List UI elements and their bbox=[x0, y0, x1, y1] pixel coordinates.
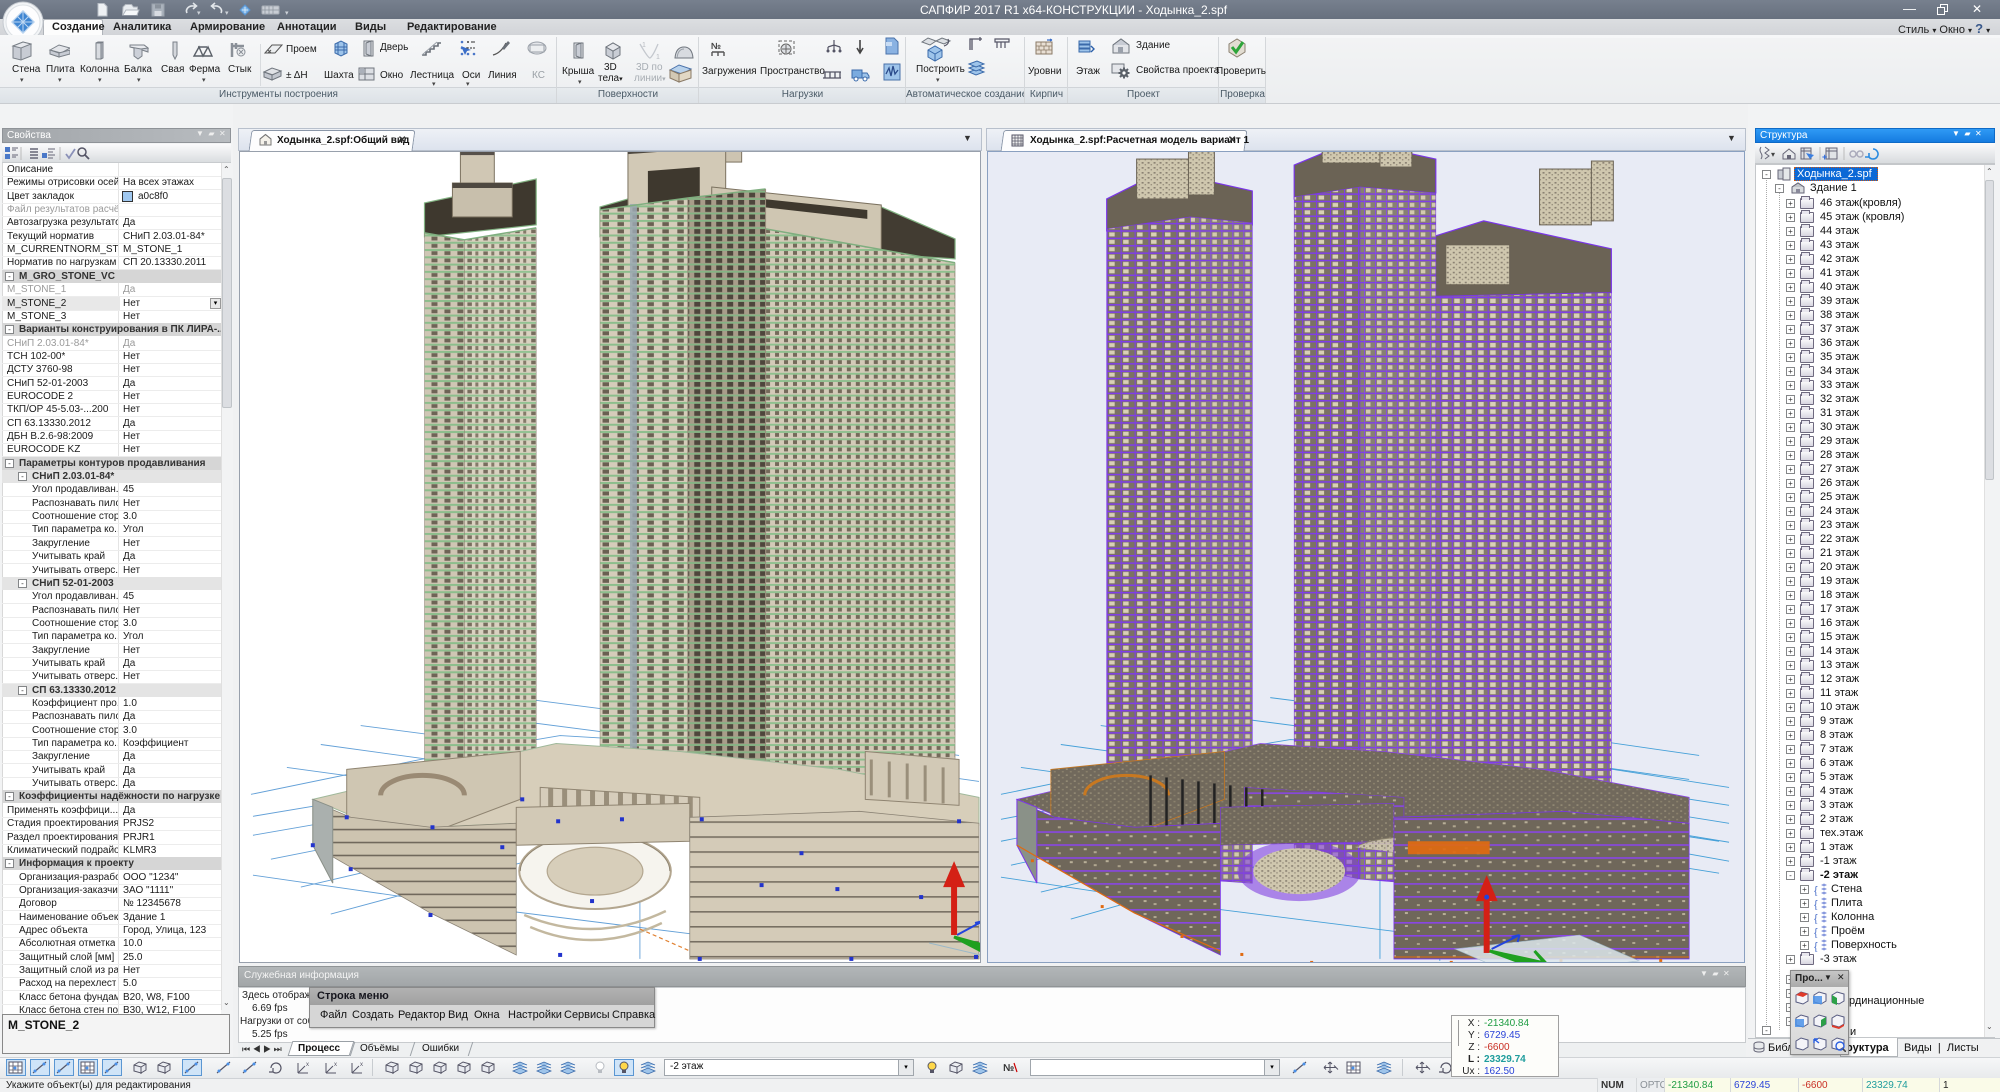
svg-text:▾: ▾ bbox=[197, 10, 201, 17]
svg-text:+: + bbox=[1822, 152, 1827, 162]
svg-text:{: { bbox=[1814, 885, 1818, 896]
svg-text:▾: ▾ bbox=[1771, 150, 1775, 159]
svg-text:№: № bbox=[1003, 1063, 1014, 1074]
svg-text:▾: ▾ bbox=[285, 10, 289, 17]
svg-text:1: 1 bbox=[642, 42, 646, 49]
svg-text:№: № bbox=[711, 41, 721, 51]
svg-text:x: x bbox=[334, 1062, 337, 1068]
svg-text:{: { bbox=[1814, 913, 1818, 924]
svg-text:{: { bbox=[1814, 927, 1818, 938]
svg-text:▾: ▾ bbox=[225, 10, 229, 17]
svg-text:x: x bbox=[306, 1062, 309, 1068]
svg-text:{: { bbox=[1814, 899, 1818, 910]
svg-text:{: { bbox=[1814, 941, 1818, 952]
svg-text:x: x bbox=[360, 1062, 363, 1068]
svg-text:1: 1 bbox=[656, 54, 660, 61]
